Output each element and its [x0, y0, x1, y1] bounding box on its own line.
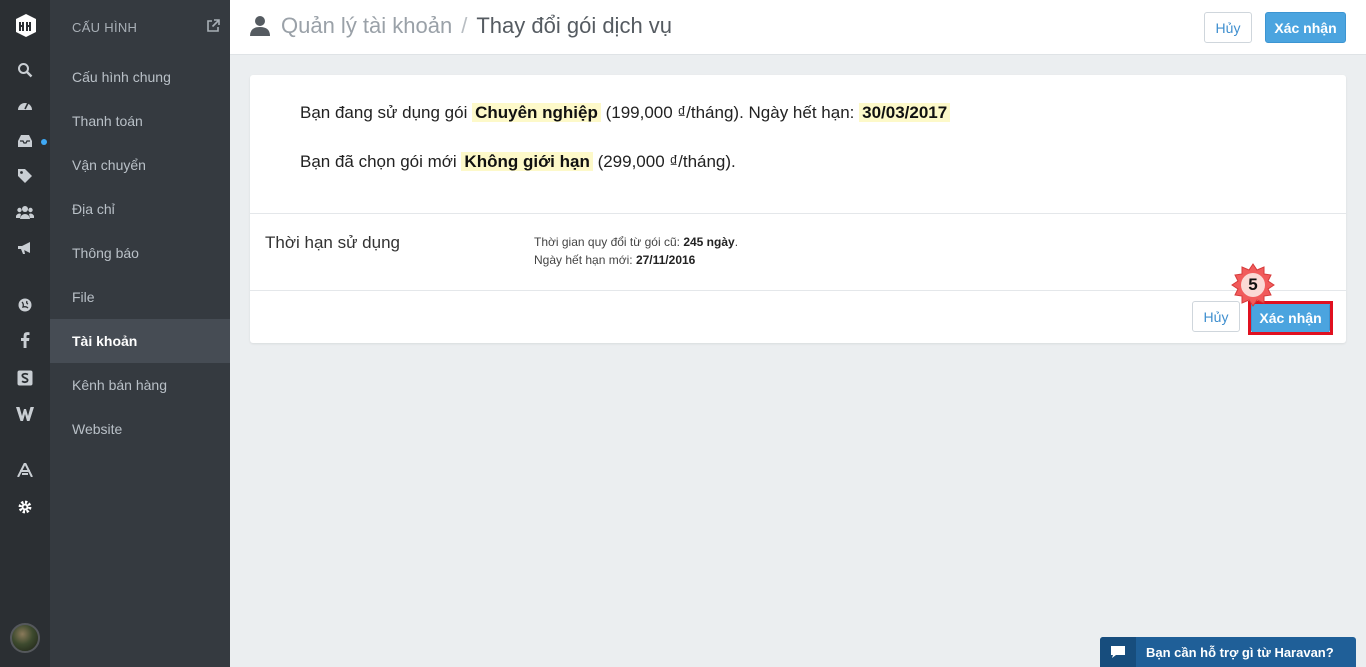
w-app-icon[interactable]	[15, 404, 35, 424]
sidebar-item-sales-channels[interactable]: Kênh bán hàng	[50, 363, 230, 407]
support-label: Bạn cần hỗ trợ gì từ Haravan?	[1146, 644, 1334, 660]
search-icon[interactable]	[15, 60, 35, 80]
sidebar-item-label: Thanh toán	[72, 113, 143, 129]
gear-icon[interactable]	[15, 497, 35, 517]
sidebar-item-label: Website	[72, 421, 123, 437]
breadcrumb-parent[interactable]: Quản lý tài khoản	[281, 13, 452, 38]
new-expiry-value: 27/11/2016	[635, 253, 696, 267]
new-expiry-prefix: Ngày hết hạn mới:	[534, 253, 633, 267]
notification-dot	[41, 139, 47, 145]
sidebar-header-label: CẤU HÌNH	[72, 20, 138, 35]
sidebar-item-website[interactable]: Website	[50, 407, 230, 451]
step-number: 5	[1248, 275, 1258, 294]
sidebar-item-account[interactable]: Tài khoản	[50, 319, 230, 363]
new-expiry-info: Ngày hết hạn mới: 27/11/2016	[534, 253, 695, 267]
term-label: Thời hạn sử dụng	[265, 233, 400, 252]
breadcrumb: Quản lý tài khoản / Thay đổi gói dịch vụ	[281, 13, 672, 39]
sidebar-item-label: Tài khoản	[72, 333, 138, 349]
conversion-suffix: .	[734, 235, 739, 249]
sidebar-item-notifications[interactable]: Thông báo	[50, 231, 230, 275]
step-marker: 5	[1229, 261, 1277, 309]
current-plan-name: Chuyên nghiệp	[472, 103, 601, 122]
icon-rail	[0, 0, 50, 667]
sidebar-item-general[interactable]: Cấu hình chung	[50, 55, 230, 99]
sidebar-item-address[interactable]: Địa chỉ	[50, 187, 230, 231]
user-icon	[250, 16, 270, 36]
tags-icon[interactable]	[15, 166, 35, 186]
current-plan-price: (199,000 ₫/tháng). Ngày hết hạn:	[605, 103, 855, 122]
megaphone-icon[interactable]	[15, 238, 35, 258]
sidebar-item-label: Vận chuyển	[72, 157, 146, 173]
new-plan-name: Không giới hạn	[461, 152, 593, 171]
globe-icon[interactable]	[15, 295, 35, 315]
conversion-info: Thời gian quy đổi từ gói cũ: 245 ngày.	[534, 235, 738, 249]
new-plan-message: Bạn đã chọn gói mới Không giới hạn (299,…	[300, 152, 736, 172]
external-link-icon[interactable]	[206, 19, 220, 33]
dashboard-icon[interactable]	[15, 95, 35, 115]
conversion-prefix: Thời gian quy đổi từ gói cũ:	[534, 235, 680, 249]
avatar[interactable]	[10, 623, 40, 653]
header-cancel-button[interactable]: Hủy	[1204, 12, 1252, 43]
users-icon[interactable]	[15, 202, 35, 222]
logo-icon[interactable]	[13, 10, 39, 40]
settings-sidebar: CẤU HÌNH Cấu hình chung Thanh toán Vận c…	[50, 0, 230, 667]
top-bar: Quản lý tài khoản / Thay đổi gói dịch vụ H…	[230, 0, 1366, 55]
header-confirm-button[interactable]: Xác nhận	[1265, 12, 1346, 43]
sidebar-item-label: Địa chỉ	[72, 201, 115, 217]
sidebar-item-file[interactable]: File	[50, 275, 230, 319]
support-chat-button[interactable]: Bạn cần hỗ trợ gì từ Haravan?	[1100, 637, 1356, 667]
current-plan-message: Bạn đang sử dụng gói Chuyên nghiệp (199,…	[300, 103, 951, 123]
apps-icon[interactable]	[15, 460, 35, 480]
sidebar-header: CẤU HÌNH	[50, 0, 230, 55]
sidebar-item-label: Thông báo	[72, 245, 139, 261]
page-title: Thay đổi gói dịch vụ	[476, 13, 673, 38]
current-plan-prefix: Bạn đang sử dụng gói	[300, 103, 468, 122]
divider	[250, 290, 1346, 291]
conversion-value: 245 ngày	[683, 235, 735, 249]
new-plan-prefix: Bạn đã chọn gói mới	[300, 152, 457, 171]
sidebar-item-payment[interactable]: Thanh toán	[50, 99, 230, 143]
plan-change-card: Bạn đang sử dụng gói Chuyên nghiệp (199,…	[250, 75, 1346, 343]
current-plan-expiry: 30/03/2017	[859, 103, 951, 122]
chat-icon	[1100, 637, 1136, 667]
s-app-icon[interactable]	[15, 368, 35, 388]
divider	[250, 213, 1346, 214]
facebook-icon[interactable]	[15, 330, 35, 350]
sidebar-item-shipping[interactable]: Vận chuyển	[50, 143, 230, 187]
breadcrumb-separator: /	[461, 13, 468, 38]
sidebar-item-label: Kênh bán hàng	[72, 377, 167, 393]
sidebar-item-label: Cấu hình chung	[72, 69, 171, 85]
inbox-icon[interactable]	[15, 131, 35, 151]
sidebar-item-label: File	[72, 289, 95, 305]
new-plan-price: (299,000 ₫/tháng).	[597, 152, 736, 171]
